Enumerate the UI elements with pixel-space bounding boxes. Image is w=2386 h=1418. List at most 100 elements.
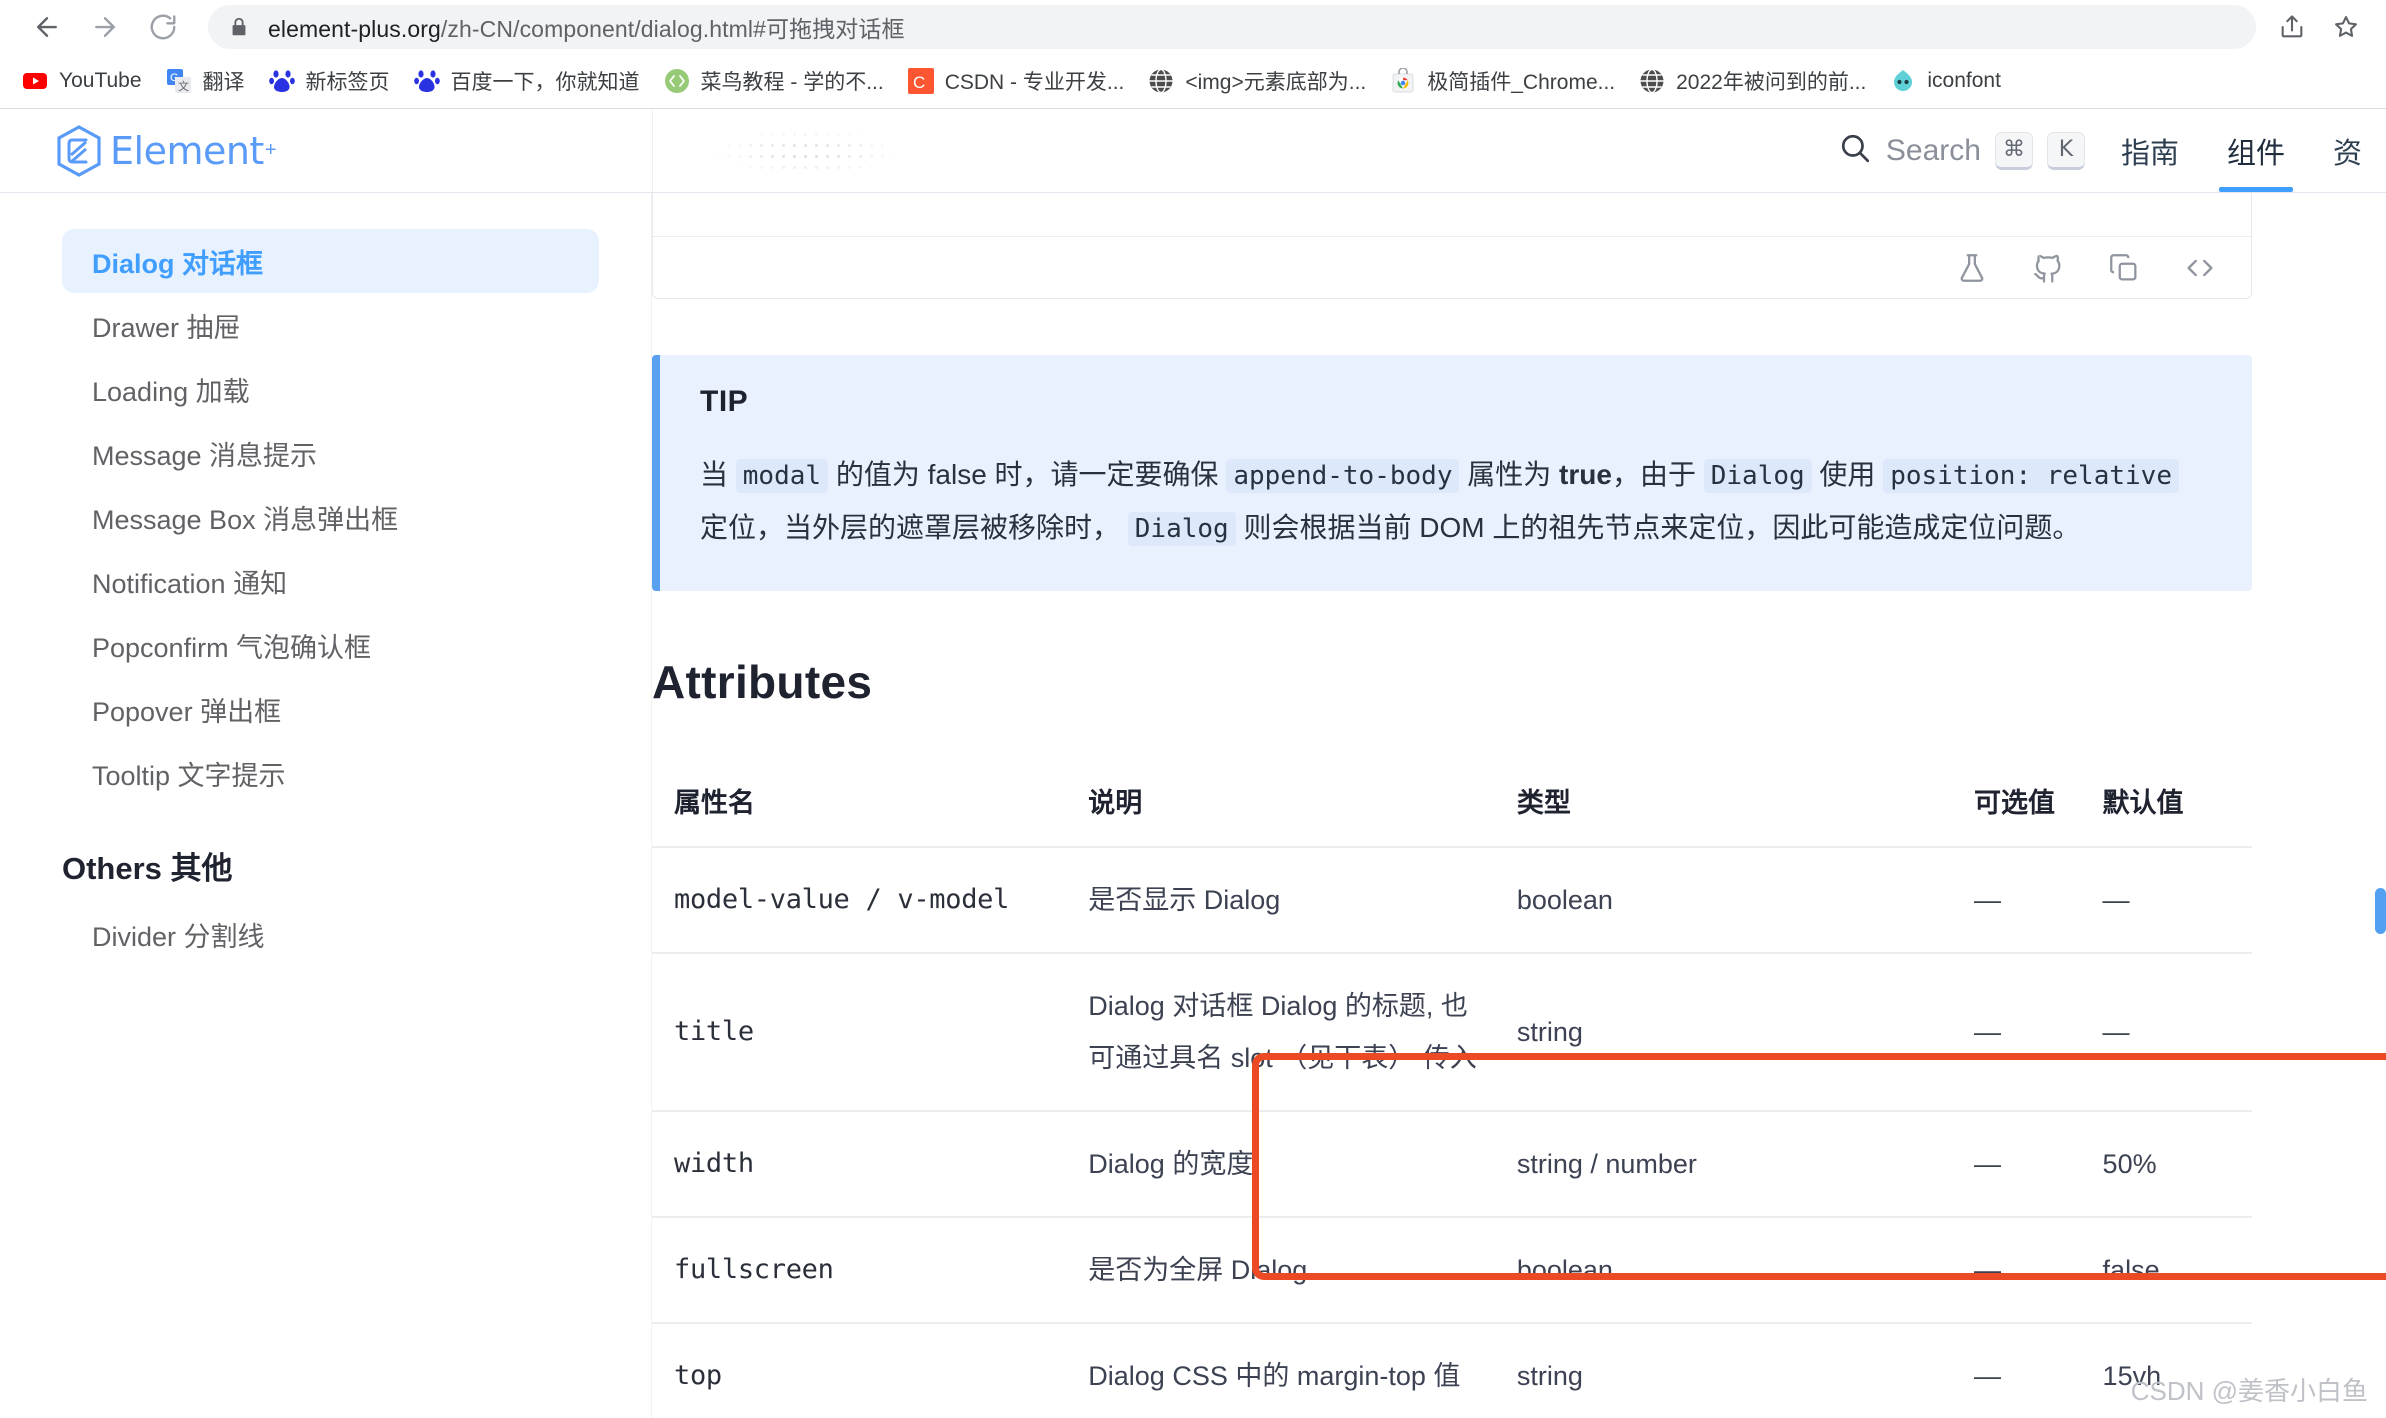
bookmark-item[interactable]: 新标签页 bbox=[257, 60, 402, 102]
forward-button[interactable] bbox=[76, 5, 134, 49]
tip-text-fragment: 使用 bbox=[1811, 459, 1884, 490]
url-text: element-plus.org/zh-CN/component/dialog.… bbox=[268, 10, 905, 44]
sidebar-item-label: Divider 分割线 bbox=[92, 921, 265, 952]
col-header-default: 默认值 bbox=[2080, 753, 2252, 848]
tip-text-fragment: 属性为 bbox=[1459, 459, 1560, 490]
sidebar-item-label: Notification 通知 bbox=[92, 568, 288, 599]
bookmark-item[interactable]: 菜鸟教程 - 学的不... bbox=[652, 60, 896, 102]
sidebar-item-label: Popover 弹出框 bbox=[92, 696, 282, 727]
reload-button[interactable] bbox=[134, 5, 192, 49]
bookmark-label: 百度一下，你就知道 bbox=[450, 71, 640, 94]
playground-flask-icon[interactable] bbox=[1955, 251, 1989, 285]
bookmark-item[interactable]: 极简插件_Chrome... bbox=[1378, 60, 1627, 102]
tip-body-text: 当 modal 的值为 false 时，请一定要确保 append-to-bod… bbox=[700, 449, 2212, 555]
bookmark-item[interactable]: C CSDN - 专业开发... bbox=[896, 60, 1137, 102]
sidebar-item[interactable]: Message 消息提示 bbox=[62, 421, 599, 485]
sidebar-item-label: Tooltip 文字提示 bbox=[92, 760, 286, 791]
bookmark-star-icon[interactable] bbox=[2324, 5, 2368, 49]
sidebar-item[interactable]: Popover 弹出框 bbox=[62, 677, 599, 741]
sidebar-item[interactable]: Dialog 对话框 bbox=[62, 229, 599, 293]
brand-logo-link[interactable]: Element + bbox=[56, 124, 277, 177]
table-row: title Dialog 对话框 Dialog 的标题, 也可通过具名 slot … bbox=[652, 953, 2252, 1112]
bookmark-item[interactable]: G 文翻译 bbox=[154, 60, 257, 102]
element-plus-logo-icon bbox=[56, 124, 102, 177]
browser-toolbar: element-plus.org/zh-CN/component/dialog.… bbox=[0, 0, 2386, 54]
table-row: top Dialog CSS 中的 margin-top 值 string —15vh bbox=[652, 1323, 2252, 1418]
sidebar-item[interactable]: Popconfirm 气泡确认框 bbox=[62, 613, 599, 677]
tip-inline-code: modal bbox=[735, 459, 829, 493]
cell-options: — bbox=[1951, 1217, 2081, 1324]
brand-name: Element bbox=[110, 128, 264, 173]
bookmark-item[interactable]: YouTube bbox=[10, 60, 154, 102]
share-icon[interactable] bbox=[2270, 5, 2314, 49]
runoob-icon bbox=[664, 68, 690, 94]
cell-description: Dialog 的宽度 bbox=[1066, 1111, 1495, 1218]
sidebar-item-label: Drawer 抽屉 bbox=[92, 312, 241, 343]
bookmark-item[interactable]: 2022年被问到的前... bbox=[1627, 60, 1878, 102]
header-vertical-divider bbox=[652, 109, 653, 192]
sidebar-item[interactable]: Loading 加载 bbox=[62, 357, 599, 421]
tip-title: TIP bbox=[700, 385, 749, 418]
demo-example-card bbox=[652, 193, 2252, 299]
search-icon bbox=[1838, 131, 1872, 170]
kbd-modifier: ⌘ bbox=[1994, 131, 2033, 170]
bookmark-item[interactable]: <img>元素底部为... bbox=[1136, 60, 1378, 102]
bookmark-label: 翻译 bbox=[202, 71, 245, 94]
tip-text-fragment: 定位，当外层的遮罩层被移除时， bbox=[700, 512, 1128, 543]
tip-inline-code: append-to-body bbox=[1226, 459, 1460, 493]
sidebar-item[interactable]: Drawer 抽屉 bbox=[62, 293, 599, 357]
table-row: width Dialog 的宽度 string / number —50% bbox=[652, 1111, 2252, 1218]
bookmark-label: YouTube bbox=[59, 69, 142, 92]
browser-chrome: element-plus.org/zh-CN/component/dialog.… bbox=[0, 0, 2386, 109]
sidebar-item[interactable]: Notification 通知 bbox=[62, 549, 599, 613]
nav-item-resources[interactable]: 资 bbox=[2309, 109, 2386, 192]
cell-options: — bbox=[1951, 1323, 2081, 1418]
lock-icon bbox=[228, 16, 250, 38]
cell-type: string bbox=[1494, 1323, 1952, 1418]
sidebar-item-label: Message 消息提示 bbox=[92, 440, 318, 471]
sidebar-item-label: Dialog 对话框 bbox=[92, 248, 264, 279]
bookmark-item[interactable]: 百度一下，你就知道 bbox=[402, 60, 652, 102]
github-icon[interactable] bbox=[2031, 251, 2065, 285]
nav-item-components[interactable]: 组件 bbox=[2203, 109, 2309, 192]
svg-text:文: 文 bbox=[178, 79, 189, 93]
cell-attribute-name: width bbox=[652, 1111, 1067, 1218]
url-path: /zh-CN/component/dialog.html#可拖拽对话框 bbox=[440, 16, 905, 42]
demo-preview-area bbox=[653, 193, 2251, 237]
bookmark-item[interactable]: iconfont bbox=[1878, 60, 2013, 102]
cell-attribute-name: top bbox=[652, 1323, 1067, 1418]
sidebar-item[interactable]: Message Box 消息弹出框 bbox=[62, 485, 599, 549]
col-header-name: 属性名 bbox=[652, 753, 1067, 848]
csdn-icon: C bbox=[907, 68, 934, 94]
sidebar-item[interactable]: Divider 分割线 bbox=[62, 902, 599, 966]
tip-inline-code: position: relative bbox=[1883, 459, 2179, 493]
attributes-table-head: 属性名 说明 类型 可选值 默认值 bbox=[652, 753, 2252, 848]
bookmarks-bar: YouTube G 文翻译 新标签页 百度一下，你就知道 菜鸟教程 - 学的不... C CS… bbox=[0, 54, 2386, 108]
cell-type: boolean bbox=[1494, 1217, 1952, 1324]
cell-type: string / number bbox=[1494, 1111, 1952, 1218]
tip-bold-text: true bbox=[1559, 459, 1612, 490]
search-button[interactable]: Search ⌘ K bbox=[1826, 131, 2097, 170]
baidu-icon bbox=[268, 68, 295, 94]
demo-toolbar bbox=[653, 237, 2251, 298]
page-scrollbar-thumb[interactable] bbox=[2375, 888, 2386, 934]
omnibox-actions bbox=[2270, 5, 2368, 49]
content-column: TIP 当 modal 的值为 false 时，请一定要确保 append-to… bbox=[652, 193, 2252, 1418]
cell-options: — bbox=[1951, 847, 2081, 954]
cell-description: Dialog 对话框 Dialog 的标题, 也可通过具名 slot （见下表）… bbox=[1066, 953, 1495, 1112]
address-bar[interactable]: element-plus.org/zh-CN/component/dialog.… bbox=[208, 5, 2256, 49]
kbd-key: K bbox=[2046, 131, 2085, 170]
copy-icon[interactable] bbox=[2107, 251, 2141, 285]
header-dot-pattern-decoration bbox=[712, 129, 902, 177]
cell-default: false bbox=[2080, 1217, 2252, 1324]
code-brackets-icon[interactable] bbox=[2183, 251, 2217, 285]
cell-description: 是否为全屏 Dialog bbox=[1066, 1217, 1495, 1324]
globe-icon bbox=[1148, 68, 1174, 94]
sidebar-item-label: Message Box 消息弹出框 bbox=[92, 504, 399, 535]
col-header-description: 说明 bbox=[1066, 753, 1495, 848]
bookmark-label: <img>元素底部为... bbox=[1185, 71, 1367, 94]
tip-text-fragment: 当 bbox=[700, 459, 736, 490]
nav-item-guide[interactable]: 指南 bbox=[2097, 109, 2203, 192]
sidebar-item[interactable]: Tooltip 文字提示 bbox=[62, 741, 599, 805]
back-button[interactable] bbox=[18, 5, 76, 49]
